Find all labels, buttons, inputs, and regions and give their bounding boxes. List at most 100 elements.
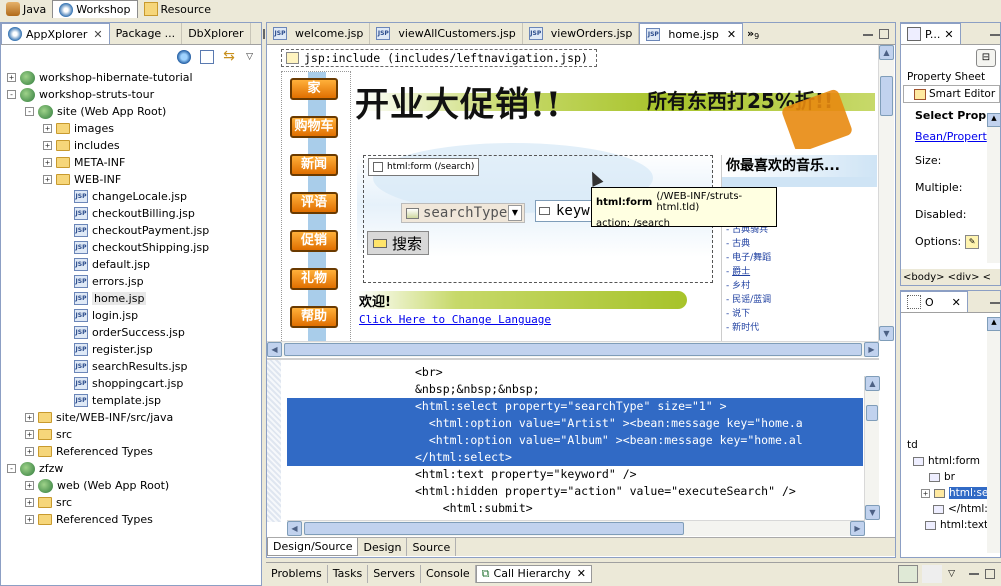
source-code-line[interactable]: <html:text property="keyword" /> [287,466,863,483]
scroll-thumb[interactable] [284,343,862,356]
tab-home-jsp[interactable]: JSP home.jsp ✕ [639,23,744,44]
music-genre-link[interactable]: - 爵士 [726,265,877,279]
properties-vertical-scrollbar[interactable]: ▲ [987,113,1000,263]
tab-appxplorer[interactable]: AppXplorer ✕ [1,23,110,44]
tab-servers[interactable]: Servers [368,564,421,583]
expand-icon[interactable]: + [43,124,52,133]
collapse-icon[interactable]: - [7,464,16,473]
link-with-editor-icon[interactable]: ⇆ [223,49,237,64]
tree-item[interactable]: JSP login.jsp [7,307,261,324]
source-code-line[interactable]: <html:select property="searchType" size=… [287,398,863,415]
tree-item[interactable]: JSP template.jsp [7,392,261,409]
tab-tasks[interactable]: Tasks [328,564,369,583]
source-code-line[interactable]: &nbsp;&nbsp;&nbsp; [287,381,863,398]
expand-icon[interactable]: + [25,430,34,439]
tree-item[interactable]: + META-INF [7,154,261,171]
source-pane[interactable]: <br> &nbsp;&nbsp;&nbsp; <html:select prope… [267,358,879,522]
html-form-label[interactable]: html:form (/search) [368,158,480,176]
source-code-line[interactable]: </html:select> [287,449,863,466]
outline-vertical-scrollbar[interactable]: ▲ [987,317,1000,553]
scroll-left-icon[interactable]: ◀ [287,521,302,536]
tree-item[interactable]: JSP checkoutShipping.jsp [7,239,261,256]
tab-design-source[interactable]: Design/Source [267,538,359,556]
minimize-icon[interactable] [990,33,1000,36]
expand-icon[interactable]: + [25,481,34,490]
tree-item[interactable]: JSP default.jsp [7,256,261,273]
close-icon[interactable]: ✕ [944,28,953,41]
jsp-include-label[interactable]: jsp:include (includes/leftnavigation.jsp… [281,49,597,67]
chevron-down-icon[interactable]: ▼ [508,205,522,221]
perspective-resource-tab[interactable]: Resource [138,0,217,18]
options-edit-icon[interactable]: ✎ [965,234,980,249]
tab-package-explorer[interactable]: Package ... [110,23,183,44]
expand-icon[interactable]: + [7,73,16,82]
tab-welcome-jsp[interactable]: JSP welcome.jsp [267,23,371,44]
tree-item[interactable]: + src [7,426,261,443]
expand-icon[interactable]: + [921,488,930,498]
view-menu-icon[interactable]: ▽ [246,52,253,62]
close-icon[interactable]: ✕ [952,296,961,309]
music-genre-link[interactable]: - 乡村 [726,279,877,293]
maximize-icon[interactable] [262,29,265,39]
tab-viewallcustomers-jsp[interactable]: JSP viewAllCustomers.jsp [370,23,523,44]
tree-item[interactable]: JSP errors.jsp [7,273,261,290]
expand-icon[interactable]: + [25,515,34,524]
minimize-icon[interactable] [969,572,979,575]
tree-item[interactable]: + web (Web App Root) [7,477,261,494]
editor-overflow-tabs[interactable]: » 9 [743,23,763,44]
scroll-down-icon[interactable]: ▼ [865,505,880,520]
tab-design[interactable]: Design [358,538,408,556]
tab-outline[interactable]: O ✕ [901,291,968,312]
tree-item[interactable]: JSP searchResults.jsp [7,358,261,375]
source-horizontal-scrollbar[interactable]: ◀ ▶ [287,520,865,536]
change-language-link[interactable]: Click Here to Change Language [359,313,551,326]
tree-item[interactable]: JSP register.jsp [7,341,261,358]
nav-button[interactable]: 新闻 [290,154,338,176]
tree-item[interactable]: + includes [7,137,261,154]
tree-item[interactable]: + src [7,494,261,511]
source-code-line[interactable]: <html:option value="Album" ><bean:messag… [287,432,863,449]
search-type-select[interactable]: searchType ▼ [401,203,525,223]
perspective-workshop-tab[interactable]: Workshop [52,0,138,18]
tab-problems[interactable]: Problems [266,564,328,583]
expand-icon[interactable]: + [25,413,34,422]
tree-item[interactable]: - site (Web App Root) [7,103,261,120]
nav-button[interactable]: 家 [290,78,338,100]
nav-button[interactable]: 促销 [290,230,338,252]
search-submit-button[interactable]: 搜索 [367,231,429,255]
scroll-up-icon[interactable]: ▲ [865,376,880,391]
tree-item[interactable]: + Referenced Types [7,511,261,528]
scroll-up-icon[interactable]: ▲ [987,317,1000,331]
tree-item[interactable]: + WEB-INF [7,171,261,188]
nav-button[interactable]: 评语 [290,192,338,214]
keyword-input[interactable]: keyw [535,200,595,222]
music-genre-link[interactable]: - 民谣/蓝调 [726,293,877,307]
breadcrumb-text[interactable]: <body> <div> < [903,272,991,283]
tree-item[interactable]: + images [7,120,261,137]
tab-properties[interactable]: P... ✕ [901,23,961,44]
caller-hierarchy-icon[interactable] [922,564,943,583]
music-genre-link[interactable]: - 新时代 [726,321,877,335]
callee-hierarchy-icon[interactable] [898,564,919,583]
tree-item[interactable]: + Referenced Types [7,443,261,460]
tab-dbxplorer[interactable]: DbXplorer [182,23,251,44]
properties-toolbar-icon[interactable]: ⊟ [976,49,996,67]
music-genre-link[interactable]: - 说下 [726,307,877,321]
nav-button[interactable]: 礼物 [290,268,338,290]
smart-editor-tab[interactable]: Smart Editor [903,85,1000,103]
tab-call-hierarchy[interactable]: ⧉ Call Hierarchy ✕ [475,564,592,583]
tree-item[interactable]: JSP orderSuccess.jsp [7,324,261,341]
tree-item[interactable]: JSP shoppingcart.jsp [7,375,261,392]
close-icon[interactable]: ✕ [727,28,736,41]
source-code-line[interactable]: <html:option value="Artist" ><bean:messa… [287,415,863,432]
music-genre-link[interactable]: - 古典 [726,237,877,251]
tree-item[interactable]: + site/WEB-INF/src/java [7,409,261,426]
globe-refresh-icon[interactable] [177,50,192,64]
perspective-java-tab[interactable]: Java [0,0,52,18]
minimize-icon[interactable] [990,301,1000,304]
music-genre-link[interactable]: - 电子/舞蹈 [726,251,877,265]
expand-icon[interactable]: + [43,158,52,167]
close-icon[interactable]: ✕ [93,28,102,41]
tab-vieworders-jsp[interactable]: JSP viewOrders.jsp [523,23,640,44]
tab-console[interactable]: Console [421,564,476,583]
